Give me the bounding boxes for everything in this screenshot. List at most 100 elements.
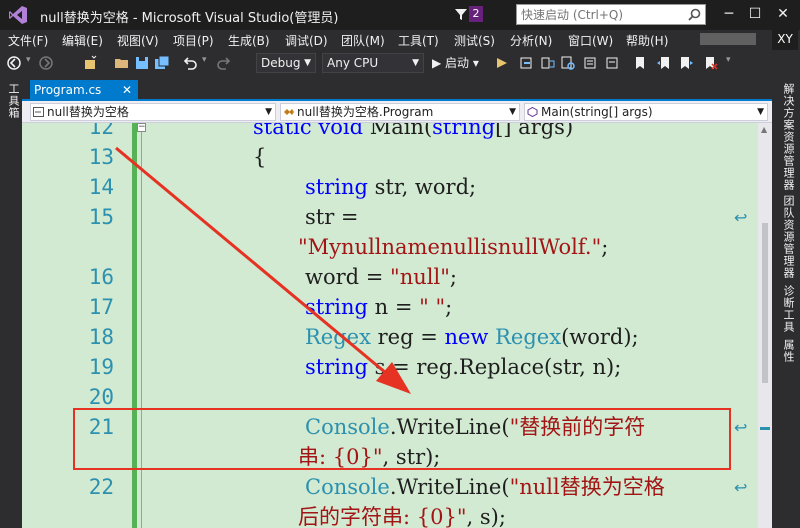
document-tab-row: Program.cs ✕ bbox=[22, 77, 772, 101]
save-all-icon[interactable] bbox=[154, 55, 170, 71]
bookmark-icon[interactable] bbox=[632, 55, 648, 71]
start-debugging-button[interactable]: ▶ 启动 ▾ bbox=[432, 54, 479, 72]
configuration-dropdown[interactable]: Debug ▼ bbox=[256, 53, 316, 73]
scroll-up-icon[interactable]: ▲ bbox=[761, 125, 767, 134]
class-icon bbox=[284, 109, 294, 115]
window-title: null替换为空格 - Microsoft Visual Studio(管理员) bbox=[40, 11, 339, 26]
right-tool-strip: 解决方案资源管理器 团队资源管理器 诊断工具 属性 bbox=[772, 77, 800, 528]
team-explorer-tab[interactable]: 团队资源管理器 bbox=[780, 195, 796, 279]
menu-edit[interactable]: 编辑(E) bbox=[62, 32, 103, 49]
navigation-bar: null替换为空格 ▼ null替换为空格.Program ▼ Main(str… bbox=[22, 101, 772, 123]
vertical-scrollbar[interactable]: ▲ bbox=[758, 123, 772, 528]
find-in-files-icon[interactable] bbox=[560, 55, 576, 71]
code-line: { bbox=[253, 145, 267, 169]
tab-label: Program.cs bbox=[34, 83, 102, 97]
line-number: 13 bbox=[88, 145, 114, 169]
chevron-down-icon: ▼ bbox=[265, 107, 272, 117]
forward-icon[interactable] bbox=[38, 55, 54, 71]
comment-icon[interactable] bbox=[582, 55, 598, 71]
line-number: 12 bbox=[88, 123, 114, 139]
menu-test[interactable]: 测试(S) bbox=[454, 32, 495, 49]
quick-launch-box[interactable] bbox=[516, 4, 706, 25]
title-bar: null替换为空格 - Microsoft Visual Studio(管理员)… bbox=[0, 0, 800, 30]
type-value: null替换为空格.Program bbox=[297, 105, 434, 119]
tab-program-cs[interactable]: Program.cs ✕ bbox=[30, 80, 138, 101]
menu-help[interactable]: 帮助(H) bbox=[626, 32, 668, 49]
line-number: 17 bbox=[88, 295, 114, 319]
line-number: 18 bbox=[88, 325, 114, 349]
close-tab-icon[interactable]: ✕ bbox=[122, 80, 132, 100]
left-tool-strip: 工具箱 bbox=[0, 77, 22, 528]
platform-dropdown[interactable]: Any CPU ▼ bbox=[322, 53, 424, 73]
code-line: str = bbox=[305, 205, 359, 229]
type-dropdown[interactable]: null替换为空格.Program ▼ bbox=[280, 103, 520, 121]
menu-team[interactable]: 团队(M) bbox=[341, 32, 385, 49]
solution-explorer-icon[interactable] bbox=[540, 55, 556, 71]
configuration-value: Debug bbox=[261, 56, 301, 70]
toolbox-tab[interactable]: 工具箱 bbox=[5, 83, 21, 119]
prev-bookmark-icon[interactable] bbox=[656, 55, 672, 71]
next-bookmark-icon[interactable] bbox=[678, 55, 694, 71]
notification-filter-icon[interactable] bbox=[454, 7, 468, 21]
toolbar-overflow-icon[interactable]: ▾ bbox=[726, 55, 742, 71]
user-avatar[interactable]: XY bbox=[772, 28, 798, 50]
code-line-wrapped: 后的字符串: {0}", s); bbox=[298, 505, 506, 528]
member-dropdown[interactable]: Main(string[] args) ▼ bbox=[524, 103, 768, 121]
menu-debug[interactable]: 调试(D) bbox=[285, 32, 328, 49]
new-project-icon[interactable] bbox=[82, 55, 98, 71]
minimize-button[interactable]: ─ bbox=[716, 2, 742, 26]
menu-window[interactable]: 窗口(W) bbox=[568, 32, 613, 49]
properties-tab[interactable]: 属性 bbox=[780, 339, 796, 363]
user-name-blurred[interactable] bbox=[700, 33, 756, 45]
chevron-down-icon: ▼ bbox=[304, 58, 311, 68]
scrollbar-caret-marker bbox=[760, 427, 770, 430]
chevron-down-icon: ▼ bbox=[757, 107, 764, 117]
diagnostic-tools-tab[interactable]: 诊断工具 bbox=[780, 285, 796, 333]
chevron-down-icon: ▼ bbox=[412, 58, 419, 68]
menu-project[interactable]: 项目(P) bbox=[173, 32, 214, 49]
platform-value: Any CPU bbox=[327, 56, 379, 70]
menu-build[interactable]: 生成(B) bbox=[228, 32, 270, 49]
word-wrap-icon: ↩ bbox=[734, 418, 748, 437]
close-button[interactable]: ✕ bbox=[770, 2, 796, 26]
code-line: word = "null"; bbox=[305, 265, 457, 289]
hot-reload-icon[interactable] bbox=[494, 55, 510, 71]
line-number: 22 bbox=[88, 475, 114, 499]
project-value: null替换为空格 bbox=[47, 105, 129, 119]
toolbar: ▾ ▾ Debug ▼ Any CPU ▼ ▶ 启动 ▾ ▾ bbox=[0, 50, 800, 77]
line-number: 15 bbox=[88, 205, 114, 229]
method-icon bbox=[527, 107, 538, 117]
word-wrap-icon: ↩ bbox=[734, 478, 748, 497]
visual-studio-logo-icon bbox=[9, 6, 27, 24]
scrollbar-thumb[interactable] bbox=[762, 223, 768, 383]
project-dropdown[interactable]: null替换为空格 ▼ bbox=[30, 103, 276, 121]
step-icon[interactable] bbox=[518, 55, 534, 71]
member-value: Main(string[] args) bbox=[541, 105, 653, 119]
menu-analyze[interactable]: 分析(N) bbox=[510, 32, 552, 49]
csharp-project-icon bbox=[33, 107, 44, 117]
quick-launch-input[interactable] bbox=[521, 7, 681, 22]
menu-view[interactable]: 视图(V) bbox=[117, 32, 159, 49]
code-line-wrapped: "MynullnamenullisnullWolf."; bbox=[298, 235, 609, 259]
collapse-outline-icon[interactable]: − bbox=[137, 123, 146, 132]
start-label: ▶ 启动 ▾ bbox=[432, 56, 479, 70]
line-number: 19 bbox=[88, 355, 114, 379]
open-file-icon[interactable] bbox=[114, 55, 130, 71]
code-line: Console.WriteLine("null替换为空格 bbox=[305, 475, 665, 499]
maximize-button[interactable]: ☐ bbox=[742, 2, 768, 26]
clear-bookmarks-icon[interactable] bbox=[702, 55, 718, 71]
search-icon[interactable] bbox=[688, 8, 701, 21]
save-icon[interactable] bbox=[134, 55, 150, 71]
solution-explorer-tab[interactable]: 解决方案资源管理器 bbox=[780, 83, 796, 191]
uncomment-icon[interactable] bbox=[604, 55, 620, 71]
menu-bar: 文件(F) 编辑(E) 视图(V) 项目(P) 生成(B) 调试(D) 团队(M… bbox=[0, 30, 800, 50]
code-line: static void Main(string[] args) bbox=[253, 123, 574, 139]
notification-badge[interactable]: 2 bbox=[469, 6, 483, 22]
undo-icon[interactable] bbox=[182, 55, 198, 71]
redo-icon[interactable] bbox=[216, 55, 232, 71]
menu-file[interactable]: 文件(F) bbox=[8, 32, 48, 49]
back-icon[interactable] bbox=[6, 55, 22, 71]
code-line: string n = " "; bbox=[305, 295, 453, 319]
menu-tools[interactable]: 工具(T) bbox=[398, 32, 439, 49]
chevron-down-icon: ▼ bbox=[509, 107, 516, 117]
